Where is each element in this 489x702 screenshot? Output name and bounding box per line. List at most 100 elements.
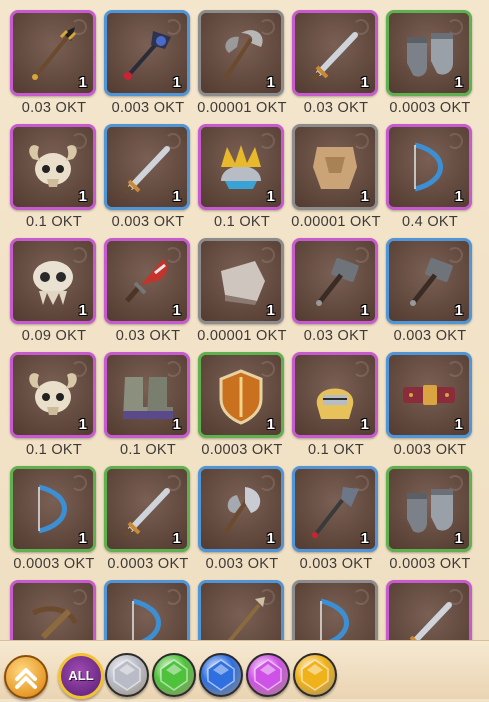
item-slot[interactable]: 1 0.0003 OKT — [386, 466, 474, 572]
item-price: 0.1 OKT — [307, 442, 365, 458]
item-grid-panel[interactable]: 1 0.03 OKT 1 0.003 OKT 1 0.00001 OKT 1 0.03 OKT… — [0, 0, 489, 640]
white-gem-icon — [113, 659, 141, 691]
item-quantity: 1 — [454, 416, 463, 433]
item-slot[interactable]: 1 0.4 OKT — [386, 124, 474, 230]
item-frame[interactable]: 1 — [198, 10, 284, 96]
green-gem-icon — [160, 659, 188, 691]
item-frame[interactable]: 1 — [10, 124, 96, 210]
item-slot[interactable]: 1 0.1 OKT — [10, 124, 98, 230]
item-slot[interactable]: 1 0.1 OKT — [10, 352, 98, 458]
item-slot[interactable]: 1 0.1 OKT — [292, 352, 380, 458]
item-price: 0.003 OKT — [393, 442, 467, 458]
item-frame[interactable]: 1 — [198, 124, 284, 210]
item-slot[interactable]: 1 0.1 OKT — [198, 124, 286, 230]
item-quantity: 1 — [78, 74, 87, 91]
item-frame[interactable]: 1 — [198, 466, 284, 552]
item-price: 0.0003 OKT — [13, 556, 95, 572]
item-slot[interactable]: 1 0.0003 OKT — [104, 466, 192, 572]
gauntlets-icon — [407, 33, 453, 77]
filter-gold-gem-button[interactable] — [293, 653, 337, 697]
item-price: 0.003 OKT — [111, 214, 185, 230]
hammer-icon — [316, 258, 359, 306]
item-frame[interactable] — [10, 580, 96, 640]
item-frame[interactable]: 1 — [386, 466, 472, 552]
item-slot[interactable]: 1 0.0003 OKT — [198, 352, 286, 458]
item-slot[interactable]: 1 0.003 OKT — [198, 466, 286, 572]
item-frame[interactable]: 1 — [292, 238, 378, 324]
item-slot[interactable]: 1 0.0003 OKT — [10, 466, 98, 572]
item-quantity: 1 — [360, 530, 369, 547]
item-price: 0.00001 OKT — [197, 100, 287, 116]
sword-icon — [123, 146, 170, 195]
item-slot[interactable]: 1 0.03 OKT — [10, 10, 98, 116]
item-slot[interactable]: 1 0.003 OKT — [386, 238, 474, 344]
item-frame[interactable]: 1 — [292, 466, 378, 552]
item-frame[interactable]: 1 — [10, 10, 96, 96]
item-slot[interactable] — [10, 580, 98, 640]
item-frame[interactable]: 1 — [292, 124, 378, 210]
item-price: 0.00001 OKT — [291, 214, 381, 230]
item-slot[interactable] — [386, 580, 474, 640]
item-slot[interactable]: 1 0.03 OKT — [104, 238, 192, 344]
item-frame[interactable]: 1 — [104, 466, 190, 552]
item-frame[interactable]: 1 — [292, 10, 378, 96]
item-quantity: 1 — [266, 302, 275, 319]
item-frame[interactable]: 1 — [104, 10, 190, 96]
ram-skull-helmet-icon — [29, 145, 77, 187]
item-frame[interactable]: 1 — [10, 466, 96, 552]
item-quantity: 1 — [172, 416, 181, 433]
knight-helmet-icon — [316, 388, 354, 419]
item-slot[interactable]: 1 0.003 OKT — [104, 10, 192, 116]
item-frame[interactable]: 1 — [104, 352, 190, 438]
item-price: 0.1 OKT — [119, 442, 177, 458]
filter-blue-gem-button[interactable] — [199, 653, 243, 697]
filter-green-gem-button[interactable] — [152, 653, 196, 697]
item-frame[interactable]: 1 — [198, 238, 284, 324]
item-quantity: 1 — [360, 74, 369, 91]
item-frame[interactable]: 1 — [386, 238, 472, 324]
item-slot[interactable] — [198, 580, 286, 640]
item-slot[interactable]: 1 0.03 OKT — [292, 238, 380, 344]
spear-icon — [227, 597, 265, 640]
filter-all-button[interactable]: ALL — [58, 653, 104, 699]
crossbow-icon — [31, 606, 78, 640]
item-frame[interactable]: 1 — [292, 352, 378, 438]
hammer-icon — [410, 258, 453, 306]
item-slot[interactable] — [104, 580, 192, 640]
item-slot[interactable]: 1 0.00001 OKT — [197, 10, 286, 116]
scroll-up-button[interactable] — [4, 655, 48, 699]
item-slot[interactable]: 1 0.09 OKT — [10, 238, 98, 344]
item-slot[interactable]: 1 0.00001 OKT — [197, 238, 286, 344]
sword-icon — [409, 602, 452, 640]
item-quantity: 1 — [78, 416, 87, 433]
item-frame[interactable] — [104, 580, 190, 640]
item-frame[interactable] — [292, 580, 378, 640]
item-frame[interactable]: 1 — [10, 352, 96, 438]
chevron-up-icon — [15, 668, 37, 689]
item-frame[interactable] — [386, 580, 472, 640]
item-frame[interactable] — [198, 580, 284, 640]
item-frame[interactable]: 1 — [104, 124, 190, 210]
item-slot[interactable]: 1 0.003 OKT — [292, 466, 380, 572]
item-slot[interactable]: 1 0.03 OKT — [292, 10, 380, 116]
item-frame[interactable]: 1 — [104, 238, 190, 324]
item-price: 0.03 OKT — [303, 100, 369, 116]
item-frame[interactable]: 1 — [386, 352, 472, 438]
filter-white-gem-button[interactable] — [105, 653, 149, 697]
item-price: 0.1 OKT — [213, 214, 271, 230]
item-frame[interactable]: 1 — [10, 238, 96, 324]
item-slot[interactable]: 1 0.1 OKT — [104, 352, 192, 458]
item-quantity: 1 — [266, 530, 275, 547]
item-slot[interactable]: 1 0.0003 OKT — [386, 10, 474, 116]
item-price: 0.003 OKT — [111, 100, 185, 116]
item-quantity: 1 — [454, 530, 463, 547]
filter-purple-gem-button[interactable] — [246, 653, 290, 697]
item-frame[interactable]: 1 — [198, 352, 284, 438]
item-slot[interactable]: 1 0.003 OKT — [386, 352, 474, 458]
item-slot[interactable]: 1 0.00001 OKT — [291, 124, 380, 230]
item-frame[interactable]: 1 — [386, 10, 472, 96]
gauntlets-icon — [407, 489, 453, 533]
item-slot[interactable] — [292, 580, 380, 640]
item-frame[interactable]: 1 — [386, 124, 472, 210]
item-slot[interactable]: 1 0.003 OKT — [104, 124, 192, 230]
